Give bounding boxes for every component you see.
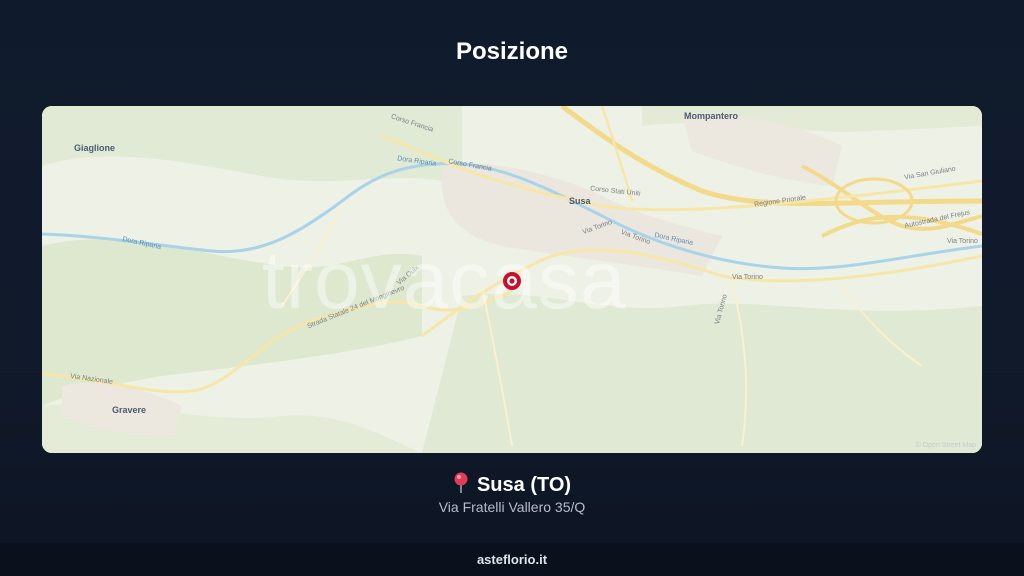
- round-pushpin-icon: [453, 472, 469, 500]
- location-address: Via Fratelli Vallero 35/Q: [438, 499, 586, 515]
- page-title: Posizione: [455, 38, 569, 65]
- location-marker-icon[interactable]: [502, 271, 522, 291]
- place-label-mompantero: Mompantero: [684, 111, 738, 121]
- map-attribution[interactable]: © Open Street Map: [916, 442, 976, 449]
- place-label-susa: Susa: [569, 196, 591, 206]
- location-city: Susa (TO): [476, 474, 572, 496]
- place-label-gravere: Gravere: [112, 405, 147, 415]
- map-watermark: trovacasa: [262, 235, 627, 326]
- place-label-giaglione: Giaglione: [74, 143, 116, 153]
- location-heading: Susa (TO): [0, 472, 1024, 500]
- map[interactable]: Giaglione Mompantero Susa Gravere Corso …: [42, 106, 982, 453]
- road-label-via-torino: Via Torino: [947, 238, 978, 245]
- footer-site-link[interactable]: asteflorio.it: [477, 552, 547, 567]
- footer: asteflorio.it: [0, 543, 1024, 576]
- road-label-via-torino: Via Torino: [732, 274, 763, 281]
